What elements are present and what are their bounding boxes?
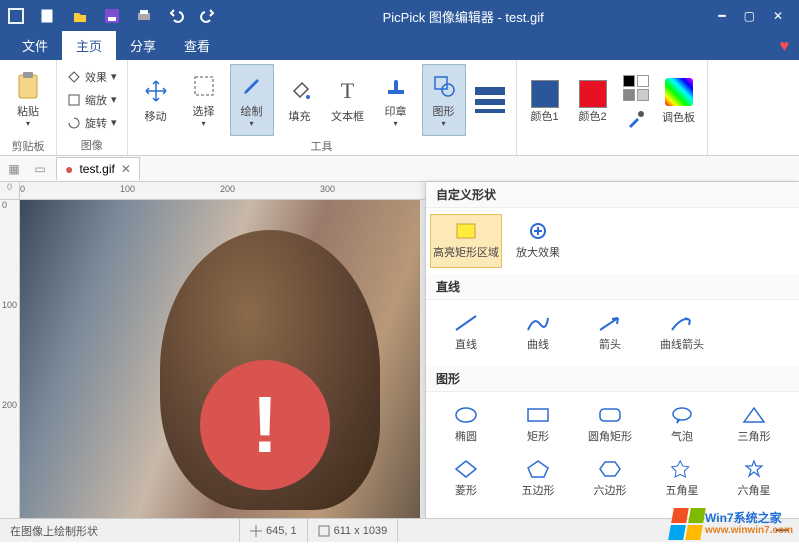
shape-highlight-rect[interactable]: 高亮矩形区域	[430, 214, 502, 268]
eyedropper-icon[interactable]	[626, 109, 646, 129]
color2-button[interactable]: 颜色2	[571, 66, 615, 138]
status-hint: 在图像上绘制形状	[0, 519, 240, 542]
modified-dot-icon: ●	[65, 161, 73, 177]
shape-hexagon[interactable]: 六边形	[574, 452, 646, 506]
section-custom: 自定义形状	[426, 182, 799, 208]
document-tabs: ▦ ▭ ● test.gif ✕	[0, 156, 799, 182]
ribbon: 粘贴▾ 剪贴板 效果 ▾ 缩放 ▾ 旋转 ▾ 图像 移动 选择▾ 绘制▾ 填充 …	[0, 60, 799, 156]
shape-line[interactable]: 直线	[430, 306, 502, 360]
tab-file[interactable]: 文件	[8, 31, 62, 60]
exclamation-stamp: !	[200, 360, 330, 490]
line-weight-icon[interactable]	[475, 87, 505, 113]
resize-button[interactable]: 缩放 ▾	[67, 90, 117, 110]
palette-button[interactable]: 调色板	[657, 66, 701, 138]
new-icon[interactable]	[36, 4, 60, 28]
move-button[interactable]: 移动	[134, 64, 178, 136]
window-title: PicPick 图像编辑器 - test.gif	[224, 7, 702, 26]
text-button[interactable]: T文本框	[326, 64, 370, 136]
shape-diamond[interactable]: 菱形	[430, 452, 502, 506]
stamp-icon	[382, 72, 410, 100]
single-view-icon[interactable]: ▭	[30, 159, 50, 179]
shape-magnify[interactable]: 放大效果	[502, 214, 574, 268]
ribbon-tabs: 文件 主页 分享 查看 ♥	[0, 32, 799, 60]
tab-view[interactable]: 查看	[170, 31, 224, 60]
print-icon[interactable]	[132, 4, 156, 28]
effect-button[interactable]: 效果 ▾	[67, 67, 117, 87]
size-icon	[318, 525, 330, 537]
status-pos: 645, 1	[240, 519, 308, 542]
ruler-vertical: 0 100 200	[0, 200, 20, 518]
maximize-button[interactable]: ▢	[744, 9, 755, 23]
doc-tab-label: test.gif	[79, 162, 114, 176]
favorite-icon[interactable]: ♥	[770, 34, 799, 60]
grid-view-icon[interactable]: ▦	[4, 159, 24, 179]
shape-ellipse[interactable]: 椭圆	[430, 398, 502, 452]
group-image-label: 图像	[63, 135, 121, 153]
save-icon[interactable]	[100, 4, 124, 28]
undo-icon[interactable]	[164, 4, 188, 28]
redo-icon[interactable]	[196, 4, 220, 28]
shape-pentagon[interactable]: 五边形	[502, 452, 574, 506]
paste-button[interactable]: 粘贴▾	[6, 64, 50, 136]
image-content: !	[20, 200, 420, 518]
shape-speech[interactable]: 气泡	[646, 398, 718, 452]
shape-arrow[interactable]: 箭头	[574, 306, 646, 360]
color1-swatch	[531, 80, 559, 108]
rotate-button[interactable]: 旋转 ▾	[67, 113, 117, 133]
status-bar: 在图像上绘制形状 645, 1 611 x 1039 ━━ Win7系统之家ww…	[0, 518, 799, 542]
ruler-corner: 0	[0, 182, 20, 200]
shape-star5[interactable]: 五角星	[646, 452, 718, 506]
doc-tab[interactable]: ● test.gif ✕	[56, 157, 140, 180]
text-icon: T	[334, 77, 362, 105]
section-shapes: 图形	[426, 366, 799, 392]
color2-swatch	[579, 80, 607, 108]
app-icon	[4, 4, 28, 28]
shape-star6[interactable]: 六角星	[718, 452, 790, 506]
stamp-button[interactable]: 印章▾	[374, 64, 418, 136]
shape-dropdown: 自定义形状 高亮矩形区域 放大效果 直线 直线 曲线 箭头 曲线箭头 图形 椭圆…	[425, 182, 799, 518]
fill-button[interactable]: 填充	[278, 64, 322, 136]
section-lines: 直线	[426, 274, 799, 300]
group-clipboard-label: 剪贴板	[6, 136, 50, 154]
shape-icon	[430, 72, 458, 100]
open-icon[interactable]	[68, 4, 92, 28]
shape-curve-arrow[interactable]: 曲线箭头	[646, 306, 718, 360]
color-grid[interactable]	[623, 75, 649, 101]
pencil-icon	[238, 72, 266, 100]
group-tools-label: 工具	[134, 136, 510, 154]
color1-button[interactable]: 颜色1	[523, 66, 567, 138]
close-button[interactable]: ✕	[773, 9, 783, 23]
shape-rect[interactable]: 矩形	[502, 398, 574, 452]
status-size: 611 x 1039	[308, 519, 399, 542]
tab-share[interactable]: 分享	[116, 31, 170, 60]
clipboard-icon	[14, 72, 42, 100]
shape-curve[interactable]: 曲线	[502, 306, 574, 360]
tab-home[interactable]: 主页	[62, 31, 116, 60]
select-icon	[190, 72, 218, 100]
work-area: 0 0 100 200 300 0 100 200 ! 自定义形状 高亮矩形区域…	[0, 182, 799, 518]
cursor-pos-icon	[250, 525, 262, 537]
title-bar: PicPick 图像编辑器 - test.gif ━ ▢ ✕	[0, 0, 799, 32]
watermark: Win7系统之家www.winwin7.com	[671, 508, 793, 540]
shape-triangle[interactable]: 三角形	[718, 398, 790, 452]
shape-button[interactable]: 图形▾	[422, 64, 466, 136]
draw-button[interactable]: 绘制▾	[230, 64, 274, 136]
shape-roundrect[interactable]: 圆角矩形	[574, 398, 646, 452]
move-icon	[142, 77, 170, 105]
close-tab-icon[interactable]: ✕	[121, 162, 131, 176]
minimize-button[interactable]: ━	[718, 9, 725, 23]
select-button[interactable]: 选择▾	[182, 64, 226, 136]
palette-icon	[665, 78, 693, 106]
bucket-icon	[286, 77, 314, 105]
